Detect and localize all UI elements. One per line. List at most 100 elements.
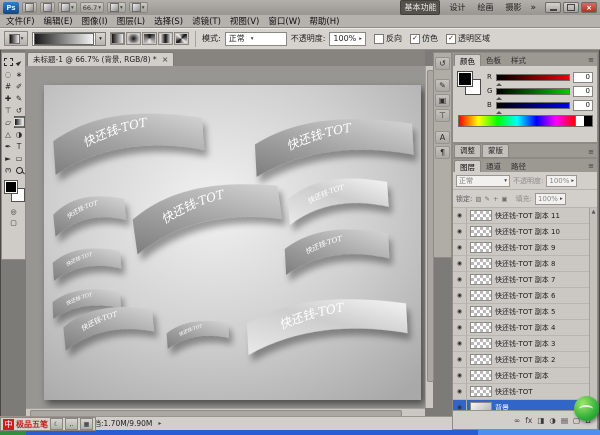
layer-name[interactable]: 快还钱-TOT 副本 8 bbox=[495, 259, 556, 269]
workspace-button-0[interactable]: 基本功能 bbox=[400, 0, 440, 15]
layer-thumbnail[interactable] bbox=[470, 290, 492, 301]
color-spectrum-ramp[interactable] bbox=[458, 115, 593, 127]
hand-tool[interactable]: ω bbox=[3, 164, 14, 176]
layer-thumbnail[interactable] bbox=[470, 338, 492, 349]
new-group-icon[interactable]: ▤ bbox=[561, 416, 568, 425]
color-panel-tab-1[interactable]: 色板 bbox=[481, 54, 506, 66]
layer-name[interactable]: 快还钱-TOT 副本 4 bbox=[495, 323, 556, 333]
speedup-ball[interactable] bbox=[574, 396, 599, 421]
visibility-eye-icon[interactable]: ◉ bbox=[453, 336, 467, 351]
clone-source-panel-icon[interactable]: ▣ bbox=[435, 94, 450, 107]
foreground-color-swatch[interactable] bbox=[5, 181, 17, 193]
menu-item-1[interactable]: 编辑(E) bbox=[44, 15, 73, 27]
layer-thumbnail[interactable] bbox=[470, 242, 492, 253]
lock-position-icon[interactable]: + bbox=[493, 195, 498, 203]
color-panel-tab-0[interactable]: 颜色 bbox=[454, 54, 481, 66]
menu-item-3[interactable]: 图层(L) bbox=[117, 15, 145, 27]
menu-item-5[interactable]: 滤镜(T) bbox=[192, 15, 221, 27]
menu-item-8[interactable]: 帮助(H) bbox=[309, 15, 339, 27]
visibility-eye-icon[interactable]: ◉ bbox=[453, 224, 467, 239]
close-tab-icon[interactable]: × bbox=[162, 55, 169, 64]
layer-list-scrollbar[interactable]: ▲▼ bbox=[589, 208, 597, 410]
layer-row-0[interactable]: ◉ 快还钱-TOT 副本 11 bbox=[453, 208, 597, 224]
lock-pixels-icon[interactable]: ✎ bbox=[485, 195, 490, 203]
lock-all-icon[interactable]: ▣ bbox=[501, 195, 507, 203]
screen-mode-button[interactable]: ▾ bbox=[129, 2, 148, 13]
gradient-tool[interactable] bbox=[14, 116, 25, 128]
layer-row-6[interactable]: ◉快还钱-TOT 副本 5 bbox=[453, 304, 597, 320]
dodge-tool[interactable]: ◑ bbox=[14, 128, 25, 140]
layer-row-7[interactable]: ◉快还钱-TOT 副本 4 bbox=[453, 320, 597, 336]
layer-row-3[interactable]: ◉ 快还钱-TOT 副本 8 bbox=[453, 256, 597, 272]
eyedropper-tool[interactable]: ✐ bbox=[14, 80, 25, 92]
ime-keyboard-icon[interactable]: ▦ bbox=[80, 418, 93, 430]
layers-blend-mode-select[interactable]: 正常 ▾ bbox=[456, 175, 510, 187]
layer-name[interactable]: 快还钱-TOT 副本 11 bbox=[495, 211, 560, 221]
layer-thumbnail[interactable] bbox=[470, 386, 492, 397]
pen-tool[interactable]: ✒ bbox=[3, 140, 14, 152]
visibility-eye-icon[interactable]: ◉ bbox=[453, 208, 467, 223]
screen-mode-toggle-button[interactable]: ▢ bbox=[2, 217, 25, 228]
layers-panel-tab-0[interactable]: 图层 bbox=[454, 160, 481, 172]
panel-menu-icon[interactable]: ≡ bbox=[588, 56, 594, 64]
mini-bridge-button[interactable] bbox=[40, 2, 55, 13]
diamond-gradient-button[interactable] bbox=[174, 32, 189, 45]
layer-thumbnail[interactable] bbox=[470, 402, 492, 410]
checkbox-0[interactable] bbox=[374, 34, 384, 44]
slider-value-input[interactable]: 0 bbox=[573, 86, 593, 97]
zoom-tool[interactable] bbox=[14, 164, 25, 176]
layer-name[interactable]: 快还钱-TOT 副本 7 bbox=[495, 275, 556, 285]
menu-item-4[interactable]: 选择(S) bbox=[154, 15, 183, 27]
healing-brush-tool[interactable]: ✚ bbox=[3, 92, 14, 104]
lock-transparency-icon[interactable]: ▨ bbox=[475, 195, 481, 203]
workspace-button-1[interactable]: 设计 bbox=[446, 1, 468, 14]
launch-bridge-button[interactable] bbox=[22, 2, 37, 13]
layer-name[interactable]: 快还钱-TOT 副本 9 bbox=[495, 243, 556, 253]
layer-name[interactable]: 快还钱-TOT 副本 bbox=[495, 371, 549, 381]
brush-tool[interactable]: ✎ bbox=[14, 92, 25, 104]
angle-gradient-button[interactable] bbox=[142, 32, 157, 45]
quick-selection-tool[interactable]: ∗ bbox=[14, 68, 25, 80]
canvas-pasteboard[interactable]: 快还钱-TOT快还钱-TOT快还钱-TOT快还钱-TOT快还钱-TOT快还钱-T… bbox=[26, 66, 425, 408]
layer-name[interactable]: 快还钱-TOT 副本 2 bbox=[495, 355, 556, 365]
layer-name[interactable]: 快还钱-TOT 副本 10 bbox=[495, 227, 560, 237]
lasso-tool[interactable]: ◌ bbox=[3, 68, 14, 80]
visibility-eye-icon[interactable]: ◉ bbox=[453, 256, 467, 271]
visibility-eye-icon[interactable]: ◉ bbox=[453, 304, 467, 319]
document-canvas[interactable]: 快还钱-TOT快还钱-TOT快还钱-TOT快还钱-TOT快还钱-TOT快还钱-T… bbox=[44, 85, 421, 400]
move-tool[interactable]: ► bbox=[14, 56, 25, 68]
canvas-horizontal-scrollbar[interactable] bbox=[26, 408, 425, 416]
adjustment-layer-icon[interactable]: ◑ bbox=[549, 416, 556, 425]
checkbox-2[interactable]: ✓ bbox=[446, 34, 456, 44]
layer-thumbnail[interactable] bbox=[470, 226, 492, 237]
visibility-eye-icon[interactable]: ◉ bbox=[453, 240, 467, 255]
layer-row-5[interactable]: ◉快还钱-TOT 副本 6 bbox=[453, 288, 597, 304]
spectrum-white-swatch[interactable] bbox=[575, 116, 584, 126]
clone-stamp-tool[interactable]: ⊤ bbox=[3, 104, 14, 116]
add-layer-mask-icon[interactable]: ◨ bbox=[537, 416, 544, 425]
layers-panel-tab-2[interactable]: 路径 bbox=[506, 160, 531, 172]
opacity-input[interactable]: 100% ▸ bbox=[329, 32, 366, 46]
slider-track[interactable] bbox=[496, 102, 570, 109]
visibility-eye-icon[interactable]: ◉ bbox=[453, 384, 467, 399]
ime-punct-icon[interactable]: ,. bbox=[65, 418, 78, 430]
arrange-documents-button[interactable]: ▾ bbox=[107, 2, 126, 13]
color-panel-tab-2[interactable]: 样式 bbox=[506, 54, 531, 66]
layer-thumbnail[interactable] bbox=[470, 370, 492, 381]
slider-track[interactable] bbox=[496, 74, 570, 81]
paragraph-panel-icon[interactable]: ¶ bbox=[435, 146, 450, 159]
reflected-gradient-button[interactable] bbox=[158, 32, 173, 45]
character-panel-icon[interactable]: A bbox=[435, 131, 450, 144]
gradient-picker-arrow[interactable]: ▾ bbox=[95, 33, 105, 45]
close-button[interactable]: × bbox=[581, 2, 597, 13]
layer-row-1[interactable]: ◉ 快还钱-TOT 副本 10 bbox=[453, 224, 597, 240]
info-panel-icon[interactable]: ⊤ bbox=[435, 109, 450, 122]
layer-thumbnail[interactable] bbox=[470, 354, 492, 365]
collapsed-panel-tab-0[interactable]: 调整 bbox=[454, 144, 481, 158]
slider-track[interactable] bbox=[496, 88, 570, 95]
collapsed-panel-tab-1[interactable]: 蒙版 bbox=[482, 144, 509, 158]
layer-name[interactable]: 快还钱-TOT 副本 3 bbox=[495, 339, 556, 349]
layer-name[interactable]: 快还钱-TOT 副本 6 bbox=[495, 291, 556, 301]
ime-logo[interactable]: 中 bbox=[3, 419, 14, 430]
layer-row-10[interactable]: ◉快还钱-TOT 副本 bbox=[453, 368, 597, 384]
